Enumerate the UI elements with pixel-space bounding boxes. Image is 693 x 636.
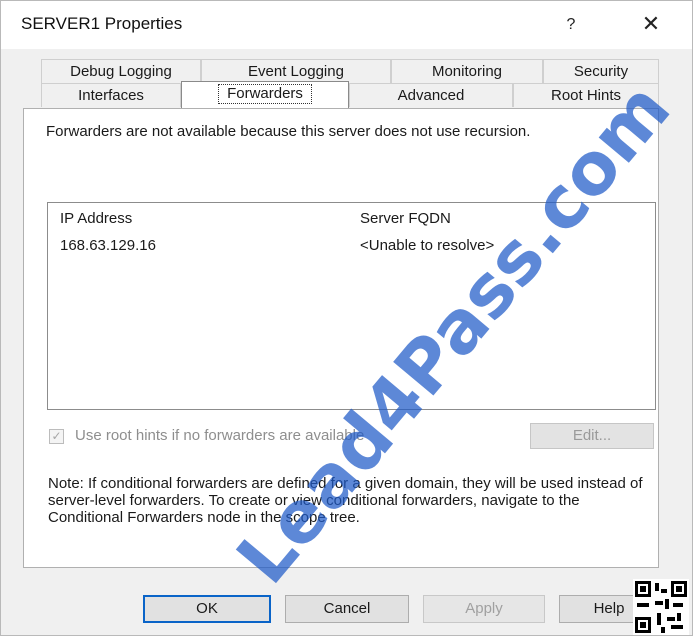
- edit-button[interactable]: Edit...: [530, 423, 654, 449]
- tab-debug-logging[interactable]: Debug Logging: [41, 59, 201, 83]
- conditional-forwarders-note: Note: If conditional forwarders are defi…: [48, 475, 643, 526]
- tab-advanced[interactable]: Advanced: [349, 83, 513, 107]
- dialog-title: SERVER1 Properties: [21, 14, 183, 33]
- properties-dialog: SERVER1 Properties ? ✕ Debug Logging Eve…: [0, 0, 693, 636]
- tab-event-logging[interactable]: Event Logging: [201, 59, 391, 83]
- tab-monitoring[interactable]: Monitoring: [391, 59, 543, 83]
- title-bar[interactable]: SERVER1 Properties ? ✕: [1, 1, 692, 49]
- help-title-button[interactable]: ?: [549, 9, 593, 41]
- close-button[interactable]: ✕: [625, 9, 677, 41]
- cancel-button[interactable]: Cancel: [285, 595, 409, 623]
- apply-button[interactable]: Apply: [423, 595, 545, 623]
- ok-button[interactable]: OK: [143, 595, 271, 623]
- qr-code-icon: [633, 579, 689, 635]
- forwarder-ip-cell[interactable]: 168.63.129.16: [60, 237, 156, 254]
- tab-security[interactable]: Security: [543, 59, 659, 83]
- tab-forwarders-label: Forwarders: [218, 84, 312, 104]
- column-header-ip-address[interactable]: IP Address: [60, 210, 132, 227]
- tab-root-hints[interactable]: Root Hints: [513, 83, 659, 107]
- recursion-info-text: Forwarders are not available because thi…: [46, 123, 531, 140]
- tab-interfaces[interactable]: Interfaces: [41, 83, 181, 107]
- forwarder-fqdn-cell[interactable]: <Unable to resolve>: [360, 237, 494, 254]
- forwarders-list[interactable]: IP Address Server FQDN 168.63.129.16 <Un…: [47, 202, 656, 410]
- column-header-server-fqdn[interactable]: Server FQDN: [360, 210, 451, 227]
- use-root-hints-label: Use root hints if no forwarders are avai…: [75, 427, 365, 444]
- tab-forwarders[interactable]: Forwarders: [181, 81, 349, 109]
- tab-strip: Debug Logging Event Logging Monitoring S…: [41, 59, 659, 109]
- use-root-hints-checkbox[interactable]: ✓: [49, 429, 64, 444]
- forwarders-panel: Forwarders are not available because thi…: [23, 108, 659, 568]
